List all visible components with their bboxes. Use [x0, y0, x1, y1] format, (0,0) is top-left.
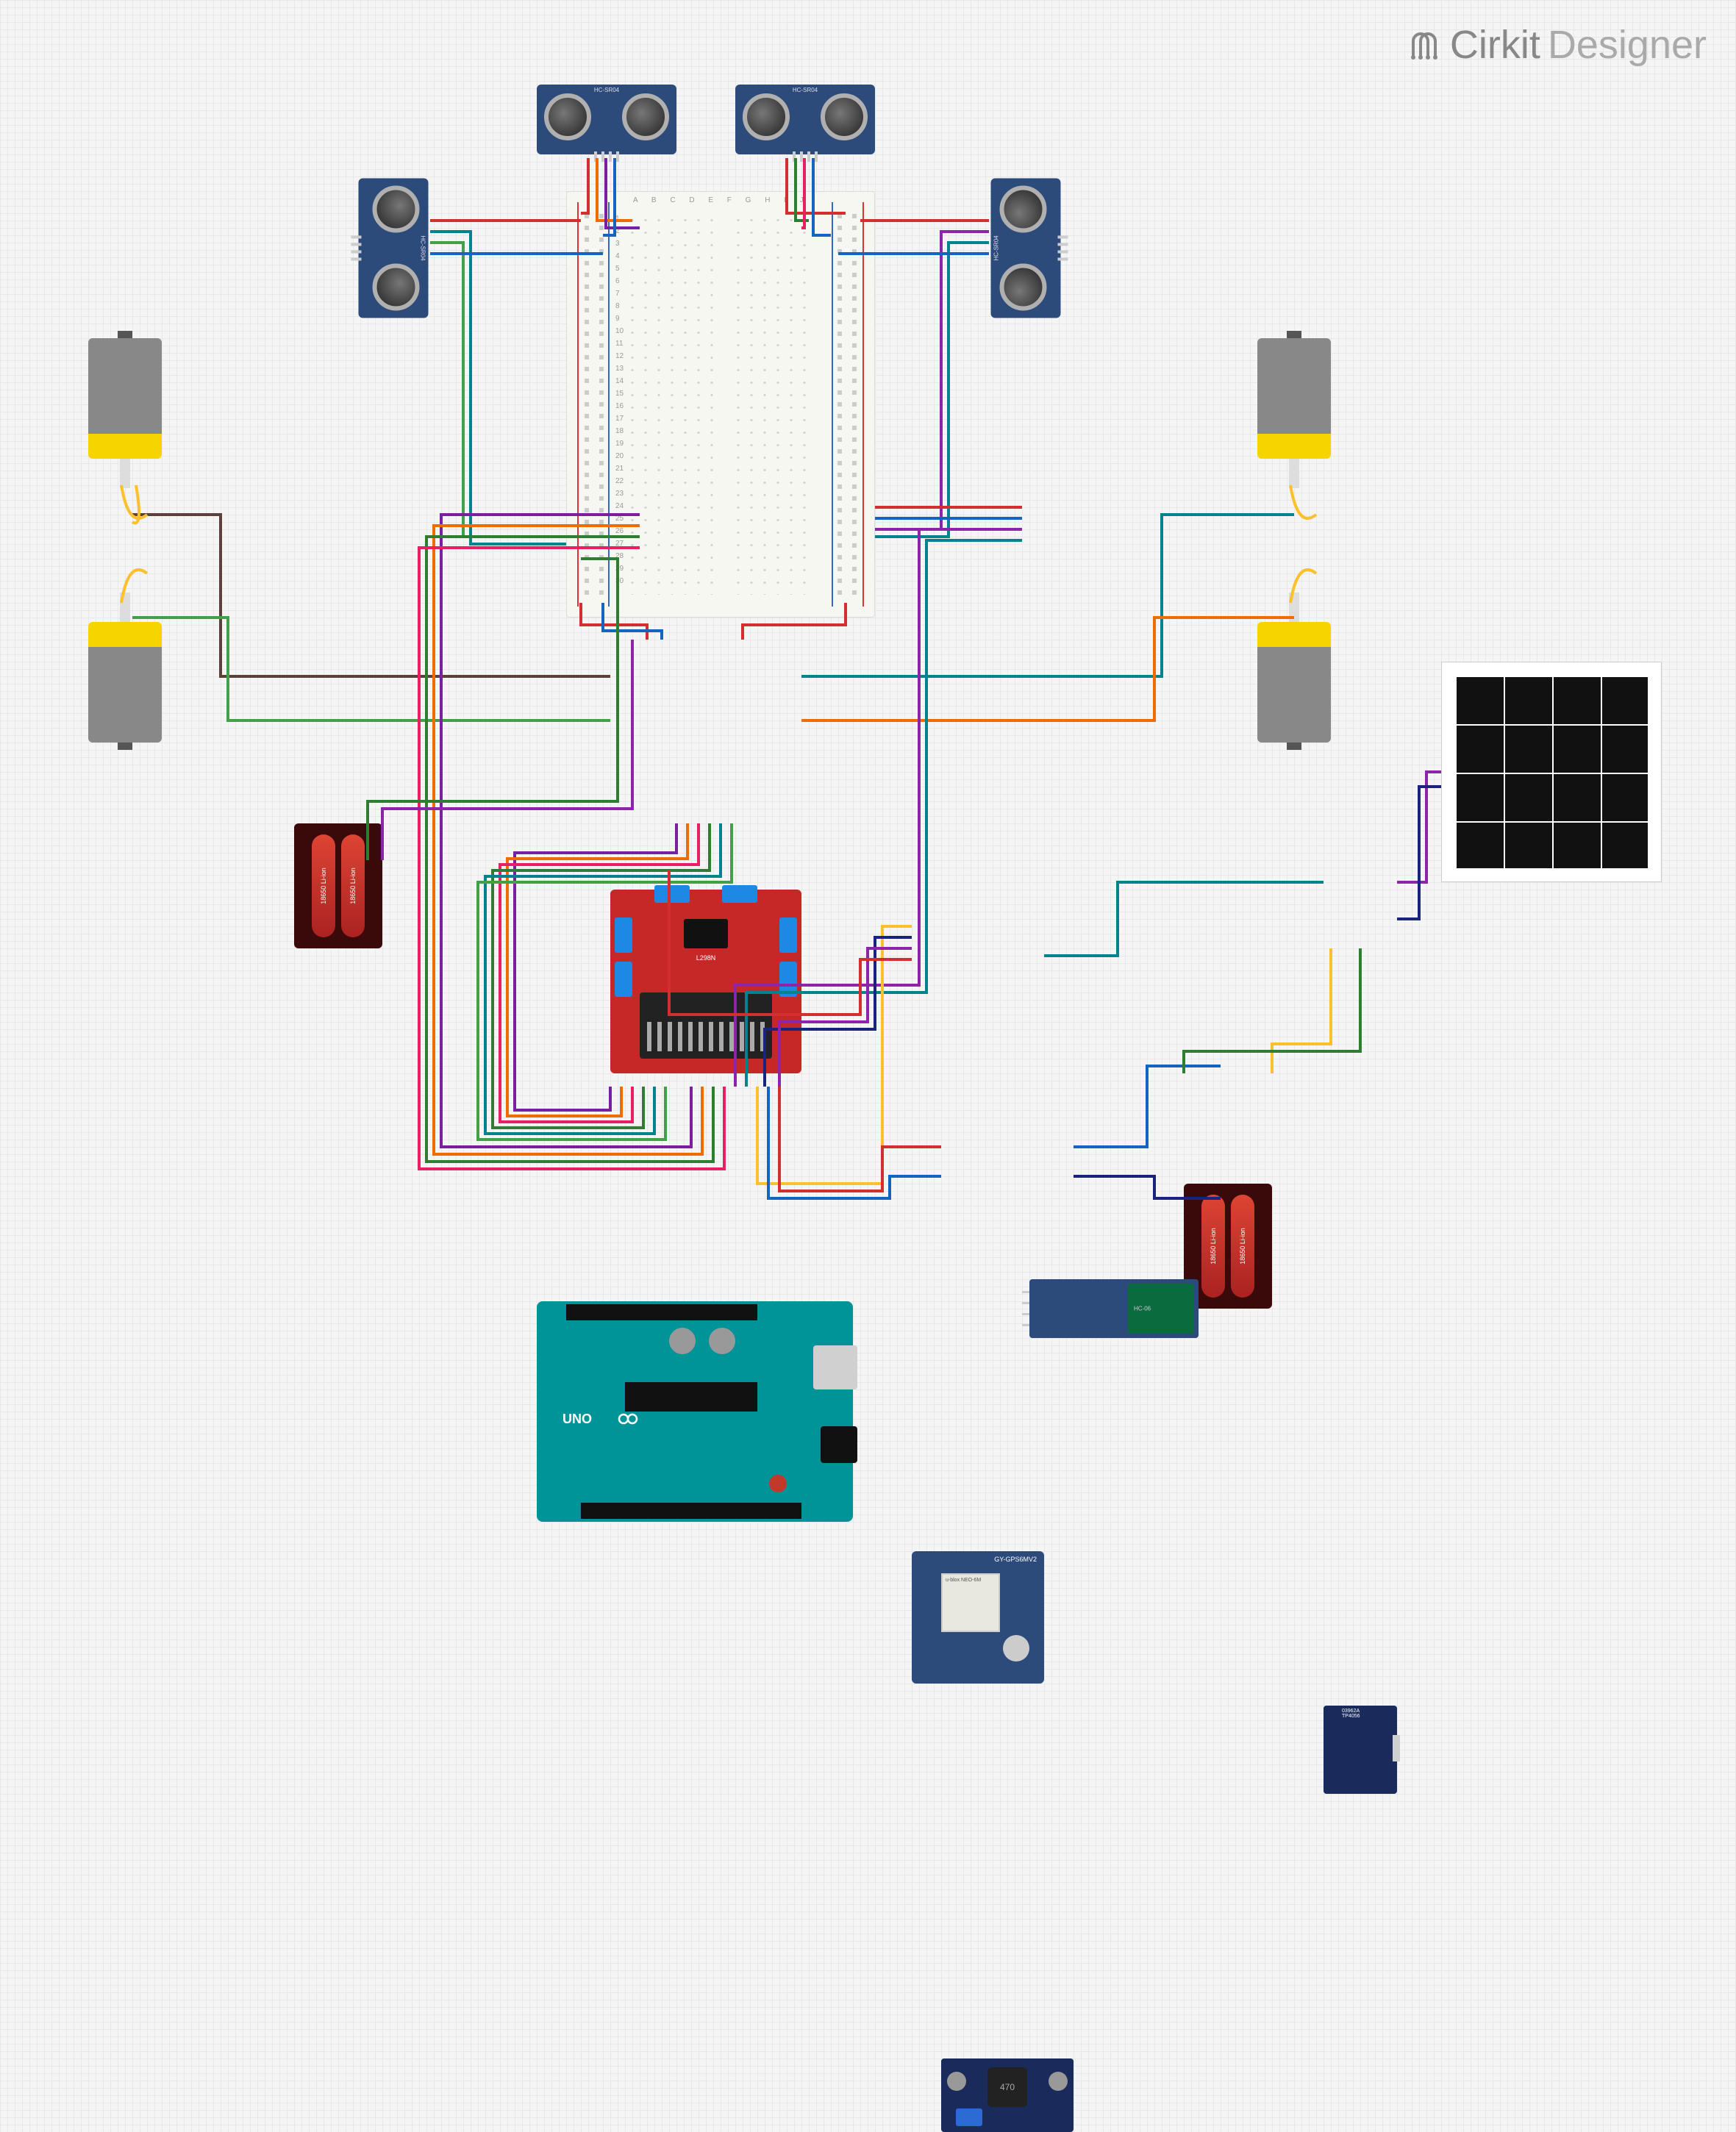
- potentiometer-icon: [956, 2108, 982, 2126]
- ultrasonic-sensor-left[interactable]: HC-SR04: [359, 179, 429, 318]
- capacitor-icon: [669, 1328, 735, 1354]
- dc-motor-bottom-right[interactable]: [1257, 595, 1331, 743]
- motor-body-icon: [1257, 647, 1331, 743]
- battery-cell-icon: [341, 834, 365, 937]
- motor-body-icon: [88, 338, 162, 434]
- rail-positive-icon: [862, 202, 864, 607]
- motor-shaft-icon: [1289, 459, 1299, 488]
- motor-driver-l298n[interactable]: L298N: [610, 890, 801, 1073]
- hcsr04-pins: [1058, 236, 1068, 261]
- heatsink-icon: [640, 992, 772, 1059]
- hcsr04-pins: [793, 151, 818, 162]
- hcsr04-label: HC-SR04: [993, 235, 1000, 260]
- l298n-chip-icon: [684, 919, 728, 948]
- hcsr04-label: HC-SR04: [793, 87, 818, 93]
- breadboard[interactable]: A B C D E F G H I J 12345678910111213141…: [566, 191, 875, 618]
- breadboard-column-labels: A B C D E F G H I J: [633, 196, 810, 204]
- breadboard-rail: [585, 214, 589, 595]
- gps-label: GY-GPS6MV2: [994, 1556, 1037, 1563]
- dc-motor-bottom-left[interactable]: [88, 595, 162, 743]
- atmega-chip-icon: [625, 1382, 757, 1412]
- motor-body-icon: [88, 647, 162, 743]
- arduino-header-digital: [581, 1503, 801, 1519]
- transducer-icon: [373, 264, 420, 311]
- bluetooth-hc06[interactable]: [1029, 1279, 1199, 1338]
- barrel-jack-icon: [821, 1426, 857, 1463]
- hcsr04-label: HC-SR04: [420, 235, 426, 260]
- micro-usb-icon: [1393, 1735, 1400, 1761]
- dc-motor-top-left[interactable]: [88, 338, 162, 485]
- hcsr04-pins: [594, 151, 619, 162]
- buck-converter-lm2596[interactable]: [941, 2058, 1074, 2132]
- transducer-icon: [622, 93, 669, 140]
- arduino-infinity-icon: [610, 1410, 646, 1428]
- motor-cap-icon: [1257, 432, 1331, 459]
- breadboard-row-labels: 1234567891011121314151617181920212223242…: [615, 212, 624, 587]
- transducer-icon: [743, 93, 790, 140]
- rail-positive-icon: [577, 202, 579, 607]
- ultrasonic-sensor-right[interactable]: HC-SR04: [991, 179, 1061, 318]
- app-logo: Cirkit Designer: [1406, 22, 1707, 68]
- capacitor-icon: [1049, 2072, 1068, 2091]
- l298n-terminal: [615, 917, 632, 953]
- transducer-icon: [544, 93, 591, 140]
- logo-product: Designer: [1548, 22, 1707, 68]
- battery-holder-left[interactable]: [294, 823, 382, 948]
- rail-negative-icon: [608, 202, 610, 607]
- battery-cell-icon: [1201, 1195, 1225, 1298]
- motor-body-icon: [1257, 338, 1331, 434]
- transducer-icon: [1000, 186, 1047, 233]
- logo-brand: Cirkit: [1450, 22, 1540, 68]
- breadboard-rail: [599, 214, 604, 595]
- hc06-chip-icon: [1128, 1284, 1194, 1334]
- gps-module-neo6m[interactable]: GY-GPS6MV2: [912, 1551, 1044, 1684]
- charger-label: 03962A TP4056: [1342, 1709, 1379, 1719]
- battery-cell-icon: [1231, 1195, 1254, 1298]
- breadboard-rail: [837, 214, 842, 595]
- transducer-icon: [821, 93, 868, 140]
- transducer-icon: [373, 186, 420, 233]
- coin-cell-icon: [1003, 1635, 1029, 1661]
- ultrasonic-sensor-top-right[interactable]: HC-SR04: [735, 85, 875, 154]
- usb-port-icon: [813, 1345, 857, 1389]
- ultrasonic-sensor-top-left[interactable]: HC-SR04: [537, 85, 676, 154]
- hcsr04-pins: [351, 236, 362, 261]
- battery-cell-icon: [312, 834, 335, 937]
- gps-chip-icon: [941, 1573, 1000, 1632]
- l298n-terminal: [779, 917, 797, 953]
- motor-shaft-icon: [1289, 593, 1299, 622]
- lipo-charger-tp4056[interactable]: 03962A TP4056: [1324, 1706, 1397, 1794]
- hc06-pins: [1022, 1287, 1029, 1331]
- solar-cells-icon: [1455, 676, 1648, 868]
- arduino-header-analog: [566, 1304, 757, 1320]
- arduino-uno[interactable]: UNO: [537, 1301, 853, 1522]
- breadboard-rail: [852, 214, 857, 595]
- rail-negative-icon: [832, 202, 833, 607]
- arduino-brand-label: UNO: [562, 1412, 592, 1427]
- transducer-icon: [1000, 264, 1047, 311]
- capacitor-icon: [947, 2072, 966, 2091]
- breadboard-gap: [713, 207, 728, 602]
- solar-panel[interactable]: [1441, 662, 1662, 882]
- l298n-label: L298N: [696, 954, 716, 962]
- motor-cap-icon: [88, 432, 162, 459]
- motor-shaft-icon: [120, 459, 130, 488]
- dc-motor-top-right[interactable]: [1257, 338, 1331, 485]
- l298n-terminal: [722, 885, 757, 903]
- motor-cap-icon: [1257, 622, 1331, 648]
- reset-button-icon: [769, 1475, 787, 1492]
- l298n-terminal: [654, 885, 690, 903]
- logo-icon: [1406, 26, 1443, 63]
- l298n-terminal: [779, 962, 797, 997]
- motor-cap-icon: [88, 622, 162, 648]
- inductor-icon: [987, 2067, 1027, 2107]
- hcsr04-label: HC-SR04: [594, 87, 619, 93]
- l298n-terminal: [615, 962, 632, 997]
- motor-shaft-icon: [120, 593, 130, 622]
